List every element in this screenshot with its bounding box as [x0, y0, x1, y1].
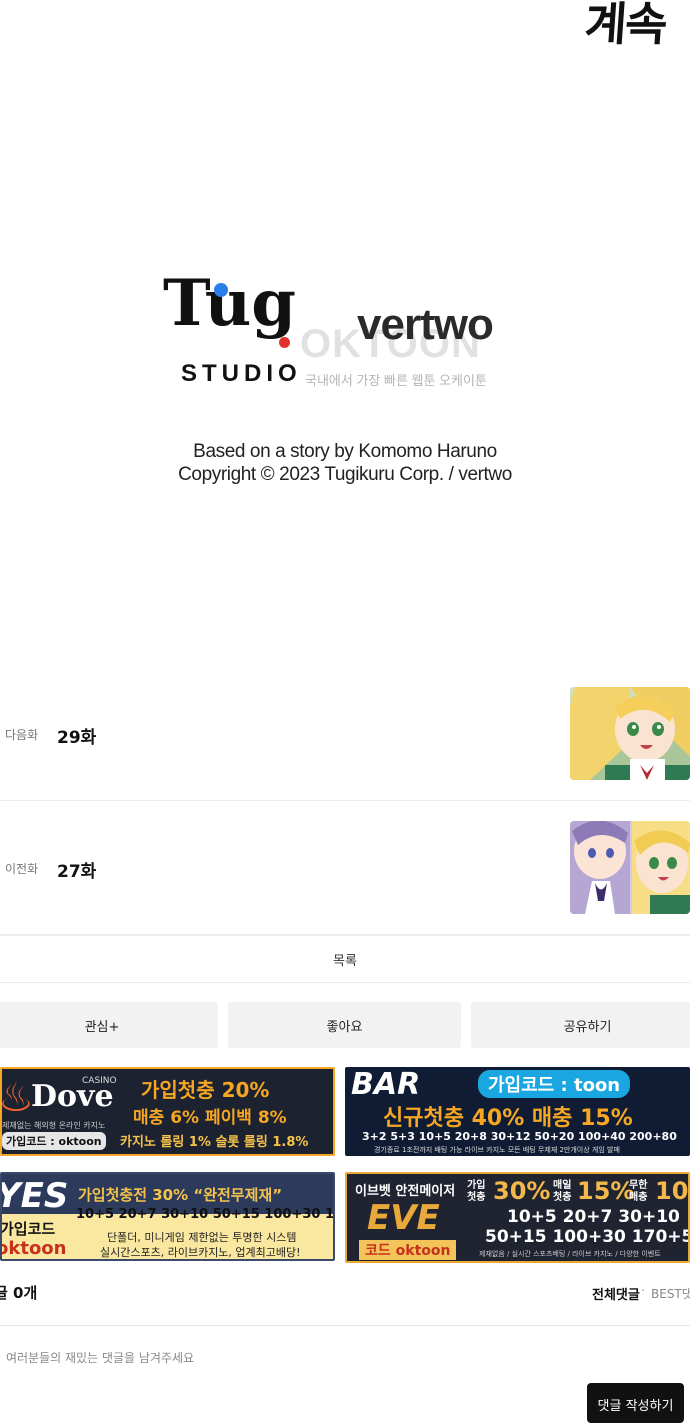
- ad-eve-first-value: 30%: [493, 1177, 551, 1205]
- next-episode-row[interactable]: 다음화 29화: [0, 667, 690, 801]
- tab-all-comments[interactable]: 전체댓글: [592, 1284, 640, 1303]
- ad-bar-line3: 경기종료 1초전까지 배팅 가능 라이브 카지노 모든 배팅 무제재 2만개이상…: [374, 1146, 620, 1154]
- ad-yes-line3: 단폴더, 미니게임 제한없는 투명한 시스템: [107, 1231, 297, 1244]
- next-episode-label: 다음화: [5, 728, 39, 742]
- ad-bar-line1: 신규첫충 40% 매충 15%: [383, 1106, 633, 1131]
- ad-banner-eve[interactable]: 이브벳 안전메이저 EVE 코드 oktoon 가입 첫충 30% 매일 첫충 …: [345, 1172, 690, 1263]
- flame-icon: ♨: [0, 1075, 34, 1121]
- comment-count: 글 0개: [0, 1284, 38, 1302]
- ad-eve-daily-value: 15%: [577, 1177, 635, 1205]
- vertwo-logo: vertwo: [357, 300, 494, 349]
- ad-eve-line2: 50+15 100+30 170+50: [485, 1227, 690, 1247]
- ad-dove-line3: 카지노 롤링 1% 슬롯 롤링 1.8%: [120, 1135, 309, 1150]
- ad-yes-line2: 10+5 20+7 30+10 50+15 100+30 170+50: [76, 1207, 335, 1222]
- ad-bar-brand: BAR: [351, 1067, 421, 1102]
- studio-wordmark: STUDIO: [181, 360, 302, 387]
- ad-bar-code: 가입코드 : toon: [478, 1070, 631, 1098]
- ad-banner-dove[interactable]: ♨ Dove CASINO 제재없는 해외형 온라인 카지노 가입코드 : ok…: [0, 1067, 335, 1156]
- ad-banner-yes[interactable]: YES 가입첫충전 30% “완전무제재” 10+5 20+7 30+10 50…: [0, 1172, 335, 1261]
- previous-episode-label: 이전화: [5, 862, 39, 876]
- ad-eve-brand: EVE: [367, 1198, 440, 1238]
- ad-yes-code: oktoon: [0, 1238, 67, 1259]
- previous-episode-row[interactable]: 이전화 27화: [0, 801, 690, 935]
- ad-banner-bar[interactable]: BAR 가입코드 : toon 신규첫충 40% 매충 15% 3+2 5+3 …: [345, 1067, 690, 1156]
- ad-eve-first-label: 가입 첫충: [467, 1180, 486, 1203]
- share-button[interactable]: 공유하기: [471, 1002, 690, 1048]
- tab-separator: ·: [641, 1284, 646, 1299]
- ad-eve-header: 이브벳 안전메이저: [355, 1184, 456, 1199]
- ad-yes-code-label: 가입코드: [0, 1220, 56, 1238]
- ad-dove-line1: 가입첫충 20%: [141, 1078, 270, 1102]
- next-episode-thumbnail[interactable]: [570, 687, 690, 780]
- logo-blue-dot: [214, 283, 228, 297]
- ad-eve-unlimited-value: 10%: [655, 1177, 689, 1205]
- comment-submit-button[interactable]: 댓글 작성하기: [587, 1383, 684, 1423]
- ad-yes-brand: YES: [0, 1176, 69, 1216]
- ad-eve-line3: 제재없음 / 실시간 스포츠베팅 / 라이브 카지노 / 다양한 이벤트: [479, 1250, 661, 1258]
- previous-episode-title: 27화: [57, 862, 97, 882]
- credit-story: Based on a story by Komomo Haruno: [193, 441, 497, 462]
- next-episode-title: 29화: [57, 728, 97, 748]
- ad-eve-line1: 10+5 20+7 30+10: [507, 1207, 680, 1227]
- tugikuru-studio-logo: Tug: [163, 266, 297, 341]
- ad-bar-line2: 3+2 5+3 10+5 20+8 30+12 50+20 100+40 200…: [362, 1130, 677, 1143]
- previous-episode-thumbnail[interactable]: [570, 821, 690, 914]
- ad-yes-line4: 실시간스포츠, 라이브카지노, 업계최고배당!: [100, 1246, 301, 1259]
- comment-divider: [0, 1325, 690, 1326]
- comment-input[interactable]: [0, 1334, 690, 1382]
- ad-dove-casino: CASINO: [82, 1076, 117, 1086]
- credit-copyright: Copyright © 2023 Tugikuru Corp. / vertwo: [178, 464, 512, 485]
- to-be-continued-text: 계속: [583, 0, 668, 51]
- ad-eve-daily-label: 매일 첫충: [553, 1180, 572, 1203]
- subscribe-button[interactable]: 관심+: [0, 1002, 218, 1048]
- ad-eve-code: 코드 oktoon: [359, 1240, 457, 1260]
- ad-dove-code: 가입코드 : oktoon: [2, 1132, 106, 1150]
- ad-eve-unlimited-label: 무한 매충: [629, 1180, 648, 1203]
- watermark-tagline: 국내에서 가장 빠른 웹툰 오케이툰: [305, 373, 487, 388]
- ad-dove-line2: 매충 6% 페이백 8%: [133, 1108, 287, 1128]
- tab-best-comments[interactable]: BEST댓: [651, 1285, 690, 1302]
- logo-red-dot: [279, 337, 290, 348]
- ad-yes-line1: 가입첫충전 30% “완전무제재”: [78, 1186, 283, 1204]
- episode-list-button[interactable]: 목록: [0, 935, 690, 983]
- like-button[interactable]: 좋아요: [228, 1002, 461, 1048]
- ad-dove-tagline: 제재없는 해외형 온라인 카지노: [2, 1121, 106, 1130]
